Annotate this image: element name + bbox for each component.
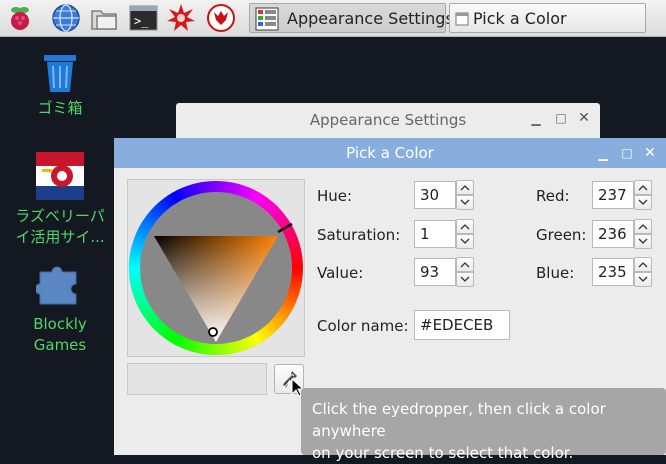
color-wheel-area	[127, 179, 305, 357]
color-name-label: Color name:	[317, 317, 409, 335]
puzzle-icon	[36, 266, 77, 305]
decrement-button[interactable]	[634, 234, 652, 249]
web-browser-icon[interactable]	[51, 3, 81, 33]
close-icon[interactable]: ✕	[577, 111, 591, 125]
taskbar: >_ Appearance Settings Pick a Color	[0, 0, 666, 37]
wolfram-icon[interactable]	[206, 3, 236, 33]
close-icon[interactable]: ✕	[643, 146, 657, 160]
increment-button[interactable]	[456, 257, 474, 272]
math-star-icon[interactable]	[166, 3, 196, 33]
desktop-icon-label-line2: Games	[33, 336, 87, 354]
increment-button[interactable]	[634, 257, 652, 272]
tooltip-line-1: Click the eyedropper, then click a color…	[312, 400, 606, 440]
blue-spinner[interactable]	[634, 257, 652, 287]
increment-button[interactable]	[634, 219, 652, 234]
color-marker[interactable]	[208, 327, 218, 337]
appearance-settings-icon	[255, 7, 279, 31]
dialog-titlebar[interactable]: Pick a Color ▁ □ ✕	[114, 138, 666, 168]
desktop-icon-label-line1: Blockly	[33, 315, 87, 333]
desktop-icon-label: ゴミ箱	[37, 99, 83, 117]
raspberry-pi-site-icon	[36, 152, 84, 200]
saturation-spinner[interactable]	[456, 219, 474, 249]
color-name-input[interactable]: #EDECEB	[414, 310, 510, 340]
task-pick-a-color[interactable]: Pick a Color	[449, 3, 646, 33]
tooltip-line-2: on your screen to select that color.	[312, 444, 574, 462]
hue-spinner[interactable]	[456, 180, 474, 210]
dialog-title: Pick a Color	[346, 144, 434, 162]
blue-input[interactable]: 235	[592, 258, 634, 286]
maximize-icon[interactable]: □	[554, 111, 568, 125]
minimize-icon[interactable]: ▁	[529, 112, 543, 126]
increment-button[interactable]	[456, 180, 474, 195]
color-preview	[127, 363, 267, 395]
green-input[interactable]: 236	[592, 220, 634, 248]
blue-label: Blue:	[536, 264, 575, 282]
file-manager-icon[interactable]	[89, 3, 119, 33]
red-label: Red:	[536, 187, 570, 205]
raspberry-menu-icon[interactable]	[5, 3, 35, 33]
maximize-icon[interactable]: □	[620, 146, 634, 160]
saturation-label: Saturation:	[317, 226, 401, 244]
decrement-button[interactable]	[634, 195, 652, 210]
decrement-button[interactable]	[456, 272, 474, 287]
eyedropper-tooltip: Click the eyedropper, then click a color…	[301, 388, 666, 462]
hue-label: Hue:	[317, 187, 353, 205]
increment-button[interactable]	[634, 180, 652, 195]
svg-text:>_: >_	[134, 14, 149, 28]
desktop-icon-label-line2: イ活用サイ...	[15, 228, 105, 246]
trash-icon	[44, 55, 76, 92]
red-spinner[interactable]	[634, 180, 652, 210]
hsv-color-wheel[interactable]	[128, 180, 304, 356]
minimize-icon[interactable]: ▁	[596, 147, 610, 161]
window-icon	[455, 12, 469, 26]
task-appearance-settings[interactable]: Appearance Settings	[249, 3, 454, 33]
decrement-button[interactable]	[634, 272, 652, 287]
value-spinner[interactable]	[456, 257, 474, 287]
terminal-icon[interactable]: >_	[128, 3, 158, 33]
decrement-button[interactable]	[456, 234, 474, 249]
task-label: Pick a Color	[473, 9, 567, 28]
green-label: Green:	[536, 226, 587, 244]
value-label: Value:	[317, 264, 364, 282]
saturation-input[interactable]: 1	[414, 220, 456, 248]
increment-button[interactable]	[456, 219, 474, 234]
red-input[interactable]: 237	[592, 181, 634, 209]
green-spinner[interactable]	[634, 219, 652, 249]
decrement-button[interactable]	[456, 195, 474, 210]
task-label: Appearance Settings	[287, 9, 454, 28]
desktop-icon-label-line1: ラズベリーパ	[15, 207, 105, 225]
appearance-settings-window[interactable]: Appearance Settings ▁ □ ✕	[176, 103, 600, 143]
value-input[interactable]: 93	[414, 258, 456, 286]
hue-input[interactable]: 30	[414, 181, 456, 209]
